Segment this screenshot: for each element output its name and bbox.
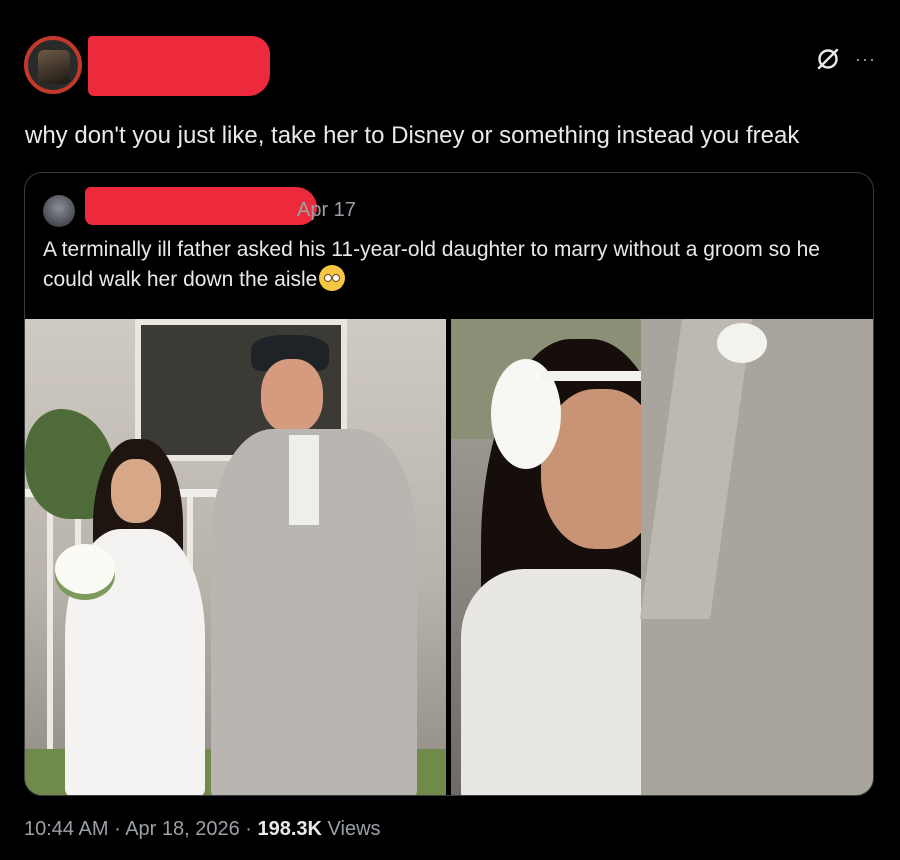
quoted-post-text: A terminally ill father asked his 11-yea… [43, 235, 863, 295]
redacted-author-name [88, 36, 270, 96]
lace-dress [461, 569, 671, 795]
post-metadata: 10:44 AM · Apr 18, 2026 · 198.3K Views [24, 818, 381, 841]
post-date[interactable]: Apr 18, 2026 [125, 818, 240, 840]
views-label: Views [322, 818, 381, 840]
quoted-author-avatar[interactable] [43, 195, 75, 227]
photo-father-daughter-aisle[interactable] [25, 319, 446, 795]
separator: · [108, 818, 126, 840]
header-actions: ··· [815, 46, 876, 72]
post-text: why don't you just like, take her to Dis… [25, 122, 800, 149]
quoted-post[interactable]: Apr 17 A terminally ill father asked his… [24, 172, 874, 796]
boutonniere [717, 323, 767, 363]
girl-face [111, 459, 161, 523]
redacted-quoted-author-name [85, 187, 317, 225]
smiling-face-with-tear-icon [319, 265, 346, 291]
slashed-circle-icon[interactable] [815, 46, 841, 72]
post-header: ··· [24, 36, 876, 98]
author-avatar[interactable] [24, 36, 82, 94]
bouquet [55, 544, 115, 594]
photo-crying-girl-closeup[interactable] [451, 319, 873, 795]
ellipsis-icon[interactable]: ··· [855, 50, 876, 68]
father-face [261, 359, 323, 433]
quoted-post-body: A terminally ill father asked his 11-yea… [43, 238, 820, 291]
post-time[interactable]: 10:44 AM [24, 818, 109, 840]
father-shirt [289, 435, 319, 525]
views-count: 198.3K [257, 818, 323, 840]
separator: · [239, 818, 258, 840]
avatar-image [38, 50, 70, 84]
quoted-post-date[interactable]: Apr 17 [297, 199, 356, 222]
